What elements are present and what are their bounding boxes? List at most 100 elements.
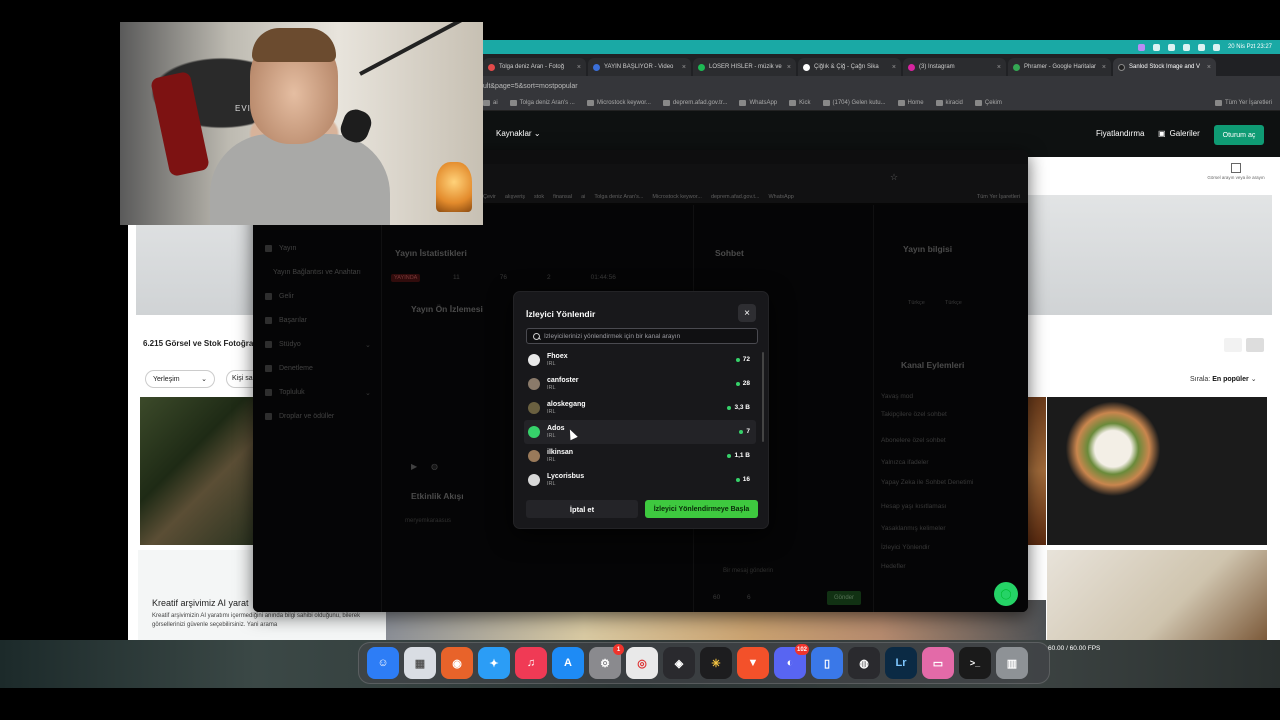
gaming-chair xyxy=(150,70,210,178)
avatar xyxy=(528,402,540,414)
tab-favicon-icon xyxy=(803,63,810,71)
channel-name: Fhoex xyxy=(547,352,568,360)
bookmark-item[interactable]: deprem.afad.gov.tr... xyxy=(662,100,727,106)
layout-select[interactable]: Yerleşim ⌄ xyxy=(145,370,215,388)
bookmark-item[interactable]: Tolga deniz Aran's ... xyxy=(509,100,575,106)
bookmark-item[interactable]: Home xyxy=(897,100,924,106)
wifi-icon[interactable] xyxy=(1197,43,1205,51)
status-icon[interactable] xyxy=(1152,43,1160,51)
discord-icon[interactable]: ◐ 102 xyxy=(774,644,809,679)
close-icon[interactable]: × xyxy=(738,304,756,322)
grid-view-icon[interactable] xyxy=(1224,338,1242,352)
music-icon[interactable]: ♫ xyxy=(515,647,547,679)
channel-category: IRL xyxy=(547,360,556,367)
close-tab-icon[interactable]: × xyxy=(682,64,686,71)
close-tab-icon[interactable]: × xyxy=(892,64,896,71)
channel-list-item[interactable]: Ados IRL 7 xyxy=(524,420,756,444)
bookmark-item[interactable]: (1704) Gelen kutu... xyxy=(822,100,886,106)
preview-icon[interactable]: ▯ xyxy=(811,647,843,679)
bookmark-icon xyxy=(509,100,517,106)
list-view-icon[interactable] xyxy=(1246,338,1264,352)
channel-list-item[interactable]: Lycorisbus IRL 16 xyxy=(524,468,756,488)
browser-tab[interactable]: LOSER HISLER - müzik ve × xyxy=(693,58,796,76)
safari-icon[interactable]: ✦ xyxy=(478,647,510,679)
channel-name: Lycorisbus xyxy=(547,472,585,480)
stock-photo[interactable] xyxy=(1047,550,1267,640)
terminal-icon[interactable]: >_ xyxy=(959,647,991,679)
person-select[interactable]: Kişi sa xyxy=(226,370,256,388)
close-tab-icon[interactable]: × xyxy=(997,64,1001,71)
live-dot-icon xyxy=(727,453,732,458)
folder-icon xyxy=(897,100,905,106)
browser-tab[interactable]: Çiğlık & Çiğ - Çağrı Sika × xyxy=(798,58,901,76)
info-card-title: Kreatif arşivimiz AI yarat xyxy=(152,598,249,608)
start-redirect-button[interactable]: İzleyici Yönlendirmeye Başla xyxy=(645,500,758,518)
trash-icon[interactable]: ▥ xyxy=(996,647,1028,679)
folder-icon xyxy=(974,100,982,106)
search-icon[interactable] xyxy=(1212,43,1220,51)
chevron-down-icon: ⌄ xyxy=(201,376,207,383)
channel-list-item[interactable]: ilkinsan IRL 1,1 B xyxy=(524,444,756,468)
galleries-link[interactable]: ▣ Galeriler xyxy=(1158,129,1200,138)
channel-list-item[interactable]: canfoster IRL 28 xyxy=(524,372,756,396)
browser-tab[interactable]: Tolga deniz Aran - Fotoğ × xyxy=(483,58,586,76)
reverse-image-search[interactable]: Görsel arayın veya ile arayın xyxy=(1206,163,1266,180)
bookmark-item[interactable]: Microstock keywor... xyxy=(586,100,651,106)
status-icon[interactable] xyxy=(1167,43,1175,51)
login-button[interactable]: Oturum aç xyxy=(1214,125,1264,145)
browser-tab-active[interactable]: Sanlod Stock Image and V × xyxy=(1113,58,1216,76)
launchpad-icon[interactable]: ▦ xyxy=(404,647,436,679)
bookmark-item[interactable]: kiracid xyxy=(935,100,963,106)
obs-icon[interactable]: ◍ xyxy=(848,647,880,679)
sources-menu[interactable]: Kaynaklar ⌄ xyxy=(496,129,541,138)
status-icon[interactable] xyxy=(1137,43,1145,51)
viewer-count: 72 xyxy=(735,356,750,363)
live-dot-icon xyxy=(735,477,740,482)
all-bookmarks[interactable]: Tüm Yer İşaretleri xyxy=(1214,100,1280,106)
app-store-icon[interactable]: A xyxy=(552,647,584,679)
close-tab-icon[interactable]: × xyxy=(1102,64,1106,71)
stock-photo[interactable] xyxy=(140,397,256,545)
photo-booth-icon[interactable]: ▭ xyxy=(922,647,954,679)
scrollbar[interactable] xyxy=(762,352,764,442)
macos-dock: ☺ ▦ ◉ ✦ ♫ A ⚙ 1 ◎ ◈ ✳ ▼ ◐ 102 ▯ ◍ Lr ▭ >_ … xyxy=(358,642,1050,684)
finder-icon[interactable]: ☺ xyxy=(367,647,399,679)
bookmark-item[interactable]: ai xyxy=(483,100,498,106)
bookmark-item[interactable]: Çekim xyxy=(974,100,1002,106)
channel-search-field[interactable] xyxy=(526,328,758,344)
browser-tab[interactable]: (3) Instagram × xyxy=(903,58,1006,76)
channel-list-item[interactable]: Fhoex IRL 72 xyxy=(524,348,756,372)
bookmark-item[interactable]: WhatsApp xyxy=(739,100,777,106)
tab-favicon-icon xyxy=(1118,63,1125,71)
webcam-overlay: EVISCE xyxy=(120,22,483,225)
lightroom-icon[interactable]: Lr xyxy=(885,647,917,679)
browser-tab[interactable]: Phramer - Google Haritalar × xyxy=(1008,58,1111,76)
close-tab-icon[interactable]: × xyxy=(1207,64,1211,71)
sort-control[interactable]: Sırala: En popüler ⌄ xyxy=(1190,375,1257,383)
brave-icon[interactable]: ▼ xyxy=(737,647,769,679)
menubar-clock[interactable]: 20 Nis Pzt 23:27 xyxy=(1228,44,1272,50)
cancel-button[interactable]: İptal et xyxy=(526,500,638,518)
close-tab-icon[interactable]: × xyxy=(577,64,581,71)
perplexity-icon[interactable]: ✳ xyxy=(700,647,732,679)
stock-photo[interactable] xyxy=(1047,397,1267,545)
channel-list-item[interactable]: aloskegang IRL 3,3 B xyxy=(524,396,756,420)
bookmark-item[interactable]: Kick xyxy=(789,100,811,106)
browser-tab[interactable]: YAYIN BAŞLIYOR - Video × xyxy=(588,58,691,76)
bluetooth-icon[interactable] xyxy=(1182,43,1190,51)
channel-search-input[interactable] xyxy=(544,332,754,340)
lamp xyxy=(436,162,472,212)
system-settings-icon[interactable]: ⚙ 1 xyxy=(589,644,624,679)
tab-favicon-icon xyxy=(698,63,705,71)
channel-list: Fhoex IRL 72 canfoster IRL 28 aloskegang IR… xyxy=(524,348,762,488)
channel-category: IRL xyxy=(547,480,556,487)
firefox-icon[interactable]: ◉ xyxy=(441,647,473,679)
url-text: ult&page=5&sort=mostpopular xyxy=(483,82,578,90)
mic-arm xyxy=(359,22,467,76)
close-tab-icon[interactable]: × xyxy=(787,64,791,71)
chrome-icon[interactable]: ◎ xyxy=(626,647,658,679)
pricing-link[interactable]: Fiyatlandırma xyxy=(1096,129,1144,138)
davinci-resolve-icon[interactable]: ◈ xyxy=(663,647,695,679)
help-fab-icon[interactable]: ◯ xyxy=(994,582,1018,606)
gallery-icon: ▣ xyxy=(1158,129,1166,138)
